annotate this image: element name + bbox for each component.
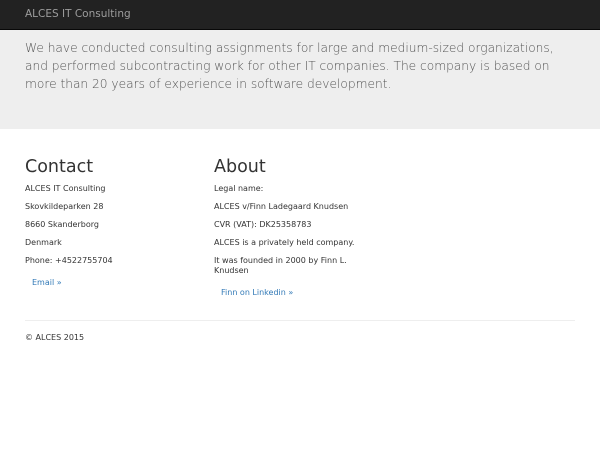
hero-banner: We have conducted consulting assignments… <box>0 30 600 129</box>
contact-company: ALCES IT Consulting <box>25 184 106 193</box>
contact-street: Skovkildeparken 28 <box>25 202 104 211</box>
linkedin-link[interactable]: Finn on Linkedin » <box>221 288 293 298</box>
about-heading: About <box>214 157 266 177</box>
contact-heading: Contact <box>25 157 94 177</box>
contact-column: Contact ALCES IT Consulting Skovkildepar… <box>25 156 195 289</box>
footer-copyright: © ALCES 2015 <box>25 333 85 342</box>
about-founded: It was founded in 2000 by Finn L. Knudse… <box>214 256 347 275</box>
about-column: About Legal name: ALCES v/Finn Ladegaard… <box>214 156 384 299</box>
contact-city: 8660 Skanderborg <box>25 220 99 229</box>
contact-phone: Phone: +4522755704 <box>25 256 113 265</box>
about-legal-label: Legal name: <box>214 184 264 193</box>
about-ownership: ALCES is a privately held company. <box>214 238 355 247</box>
contact-country: Denmark <box>25 238 62 247</box>
top-navbar: ALCES IT Consulting <box>0 0 600 30</box>
about-cvr: CVR (VAT): DK25358783 <box>214 220 312 229</box>
footer-divider <box>25 320 575 321</box>
email-link[interactable]: Email » <box>32 278 62 288</box>
navbar-brand[interactable]: ALCES IT Consulting <box>25 8 131 20</box>
hero-lead-text: We have conducted consulting assignments… <box>25 41 554 91</box>
about-legal-name: ALCES v/Finn Ladegaard Knudsen <box>214 202 349 211</box>
